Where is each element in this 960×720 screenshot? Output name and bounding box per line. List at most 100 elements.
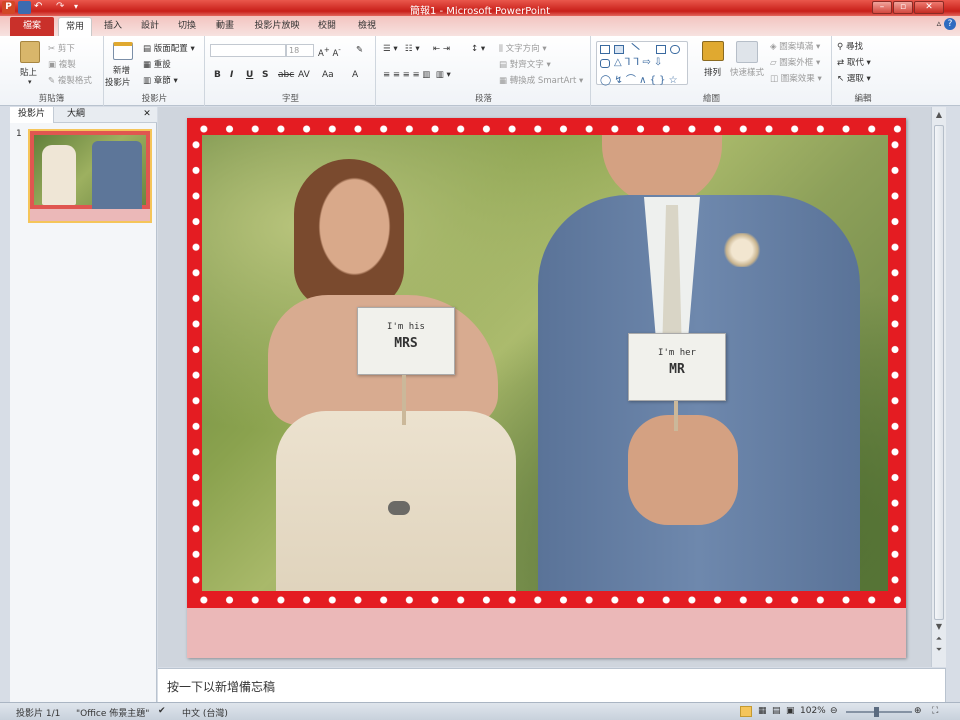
theme-name[interactable]: "Office 佈景主題" xyxy=(76,706,149,719)
quick-styles-icon[interactable] xyxy=(736,41,758,63)
bold-button[interactable]: B xyxy=(214,70,221,80)
scroll-thumb[interactable] xyxy=(934,125,944,620)
char-spacing-button[interactable]: AV xyxy=(298,70,310,80)
textbox-shape-icon[interactable] xyxy=(614,45,624,54)
tab-design[interactable]: 設計 xyxy=(133,17,167,36)
tab-slides-panel[interactable]: 投影片 xyxy=(10,107,54,123)
underline-button[interactable]: U xyxy=(246,70,253,80)
shape-fill-button[interactable]: ◈ 圖案填滿 ▾ xyxy=(770,40,820,52)
font-color-button[interactable]: A xyxy=(352,70,358,80)
line-spacing-icon[interactable]: ↕ ▾ xyxy=(471,44,485,54)
notes-pane[interactable]: 按一下以新增備忘稿 xyxy=(158,668,946,702)
section-button[interactable]: ▥ 章節 ▾ xyxy=(143,74,178,86)
tab-insert[interactable]: 插入 xyxy=(96,17,130,36)
clear-format-icon[interactable]: ✎ xyxy=(356,45,363,55)
help-icon[interactable]: ▵ ? xyxy=(937,18,956,30)
replace-button[interactable]: ⇄ 取代 ▾ xyxy=(837,56,871,68)
couple-photo[interactable]: I'm his MRS I'm her MR xyxy=(202,135,888,591)
close-panel-icon[interactable]: ✕ xyxy=(138,107,156,123)
format-painter-button[interactable]: ✎ 複製格式 xyxy=(48,74,92,86)
triangle-shape-icon[interactable]: △ ⅂ ⅂ ⇨ ⇩ xyxy=(614,57,662,68)
new-slide-label-2[interactable]: 投影片 xyxy=(105,76,131,88)
font-name-combo[interactable] xyxy=(210,44,286,57)
tab-outline-panel[interactable]: 大綱 xyxy=(56,107,96,123)
vertical-scrollbar[interactable]: ▲ ▼ ⏶ ⏷ xyxy=(931,107,946,667)
text-direction-button[interactable]: ⫼ 文字方向 ▾ xyxy=(499,42,547,54)
slide-sorter-icon[interactable]: ▦ xyxy=(758,706,767,716)
zoom-slider-handle[interactable] xyxy=(874,707,879,717)
language-indicator[interactable]: 中文 (台灣) xyxy=(182,706,228,719)
tab-view[interactable]: 檢視 xyxy=(350,17,384,36)
font-size-combo[interactable]: 18 xyxy=(286,44,314,57)
tab-review[interactable]: 校閱 xyxy=(310,17,344,36)
rect2-shape-icon[interactable] xyxy=(656,45,666,54)
arrange-icon[interactable] xyxy=(702,41,724,61)
change-case-button[interactable]: Aa xyxy=(322,70,334,80)
normal-view-icon[interactable] xyxy=(740,706,752,717)
numbering-icon[interactable]: ☷ ▾ xyxy=(405,44,420,54)
reset-button[interactable]: ▦ 重設 xyxy=(143,58,171,70)
strikethrough-button[interactable]: abc xyxy=(278,70,294,80)
ribbon: 貼上 ▾ ✂ 剪下 ▣ 複製 ✎ 複製格式 剪貼簿 新增 投影片 ▤ 版面配置 … xyxy=(0,36,960,106)
tab-file[interactable]: 檔案 xyxy=(10,17,54,36)
minimize-button[interactable]: – xyxy=(872,1,892,14)
shadow-button[interactable]: S xyxy=(262,70,268,80)
tab-transitions[interactable]: 切換 xyxy=(170,17,204,36)
align-text-label: 對齊文字 xyxy=(509,60,544,70)
find-button[interactable]: ⚲ 尋找 xyxy=(837,40,863,52)
new-slide-label-1[interactable]: 新增 xyxy=(113,64,130,76)
new-slide-icon[interactable] xyxy=(113,42,133,60)
paste-dropdown-icon[interactable]: ▾ xyxy=(28,78,32,86)
grow-font-icon[interactable]: A+ A- xyxy=(318,45,341,59)
shape-fill-label: 圖案填滿 xyxy=(779,42,814,52)
arrange-button[interactable]: 排列 xyxy=(704,66,721,78)
zoom-slider[interactable] xyxy=(846,711,912,713)
scroll-up-icon[interactable]: ▲ xyxy=(933,110,945,119)
slide-canvas[interactable]: I'm his MRS I'm her MR xyxy=(187,118,906,658)
italic-button[interactable]: I xyxy=(230,70,233,80)
zoom-out-icon[interactable]: ⊖ xyxy=(830,706,838,716)
bullets-icon[interactable]: ☰ ▾ xyxy=(383,44,398,54)
quick-styles-button[interactable]: 快速樣式 xyxy=(730,66,764,78)
tab-slideshow[interactable]: 投影片放映 xyxy=(250,17,304,36)
bride-head xyxy=(294,159,404,309)
rounded-rect-icon[interactable] xyxy=(600,59,610,68)
reading-view-icon[interactable]: ▤ xyxy=(772,706,781,716)
line-shape-icon[interactable] xyxy=(626,42,640,57)
slideshow-view-icon[interactable]: ▣ xyxy=(786,706,795,716)
layout-button[interactable]: ▤ 版面配置 ▾ xyxy=(143,42,195,54)
fit-slide-icon[interactable]: ⛶ xyxy=(932,706,938,716)
cut-button[interactable]: ✂ 剪下 xyxy=(48,42,75,54)
bride-sign-stick xyxy=(402,375,406,425)
scroll-down-icon[interactable]: ▼ xyxy=(933,622,945,631)
tab-home[interactable]: 常用 xyxy=(58,17,92,36)
prev-slide-icon[interactable]: ⏶ xyxy=(933,634,945,644)
align-text-button[interactable]: ▤ 對齊文字 ▾ xyxy=(499,58,551,70)
text-direction-label: 文字方向 xyxy=(505,44,540,54)
oval-shape-icon[interactable] xyxy=(670,45,680,54)
close-button[interactable]: ✕ xyxy=(914,1,944,14)
zoom-in-icon[interactable]: ⊕ xyxy=(914,706,922,716)
shape-effects-button[interactable]: ◫ 圖案效果 ▾ xyxy=(770,72,822,84)
smartart-button[interactable]: ▦ 轉換成 SmartArt ▾ xyxy=(499,74,583,86)
next-slide-icon[interactable]: ⏷ xyxy=(933,645,945,655)
paste-icon[interactable] xyxy=(20,41,40,63)
shape-outline-label: 圖案外框 xyxy=(779,58,814,68)
indent-icon[interactable]: ⇤ ⇥ xyxy=(433,44,450,54)
shape-outline-button[interactable]: ▱ 圖案外框 ▾ xyxy=(770,56,820,68)
layout-icon: ▤ xyxy=(143,44,154,54)
shapes-gallery[interactable]: △ ⅂ ⅂ ⇨ ⇩ ◯ ↯ ⌒ ∧ { } ☆ xyxy=(596,41,688,86)
misc-shapes-icon[interactable]: ◯ ↯ ⌒ ∧ { } ☆ xyxy=(600,71,678,86)
tab-animations[interactable]: 動畫 xyxy=(208,17,242,36)
maximize-button[interactable]: ▫ xyxy=(893,1,913,14)
paste-button[interactable]: 貼上 xyxy=(20,66,37,78)
spellcheck-icon[interactable]: ✔ xyxy=(158,706,166,716)
scissors-icon: ✂ xyxy=(48,44,58,54)
rect-shape-icon[interactable] xyxy=(600,45,610,54)
select-button[interactable]: ↖ 選取 ▾ xyxy=(837,72,871,84)
zoom-level[interactable]: 102% xyxy=(800,706,826,716)
align-icons[interactable]: ≡ ≡ ≡ ≡ ▥ ▥ ▾ xyxy=(383,70,451,80)
copy-button[interactable]: ▣ 複製 xyxy=(48,58,76,70)
notes-placeholder[interactable]: 按一下以新增備忘稿 xyxy=(167,678,275,695)
slide-thumbnail[interactable] xyxy=(28,129,152,223)
